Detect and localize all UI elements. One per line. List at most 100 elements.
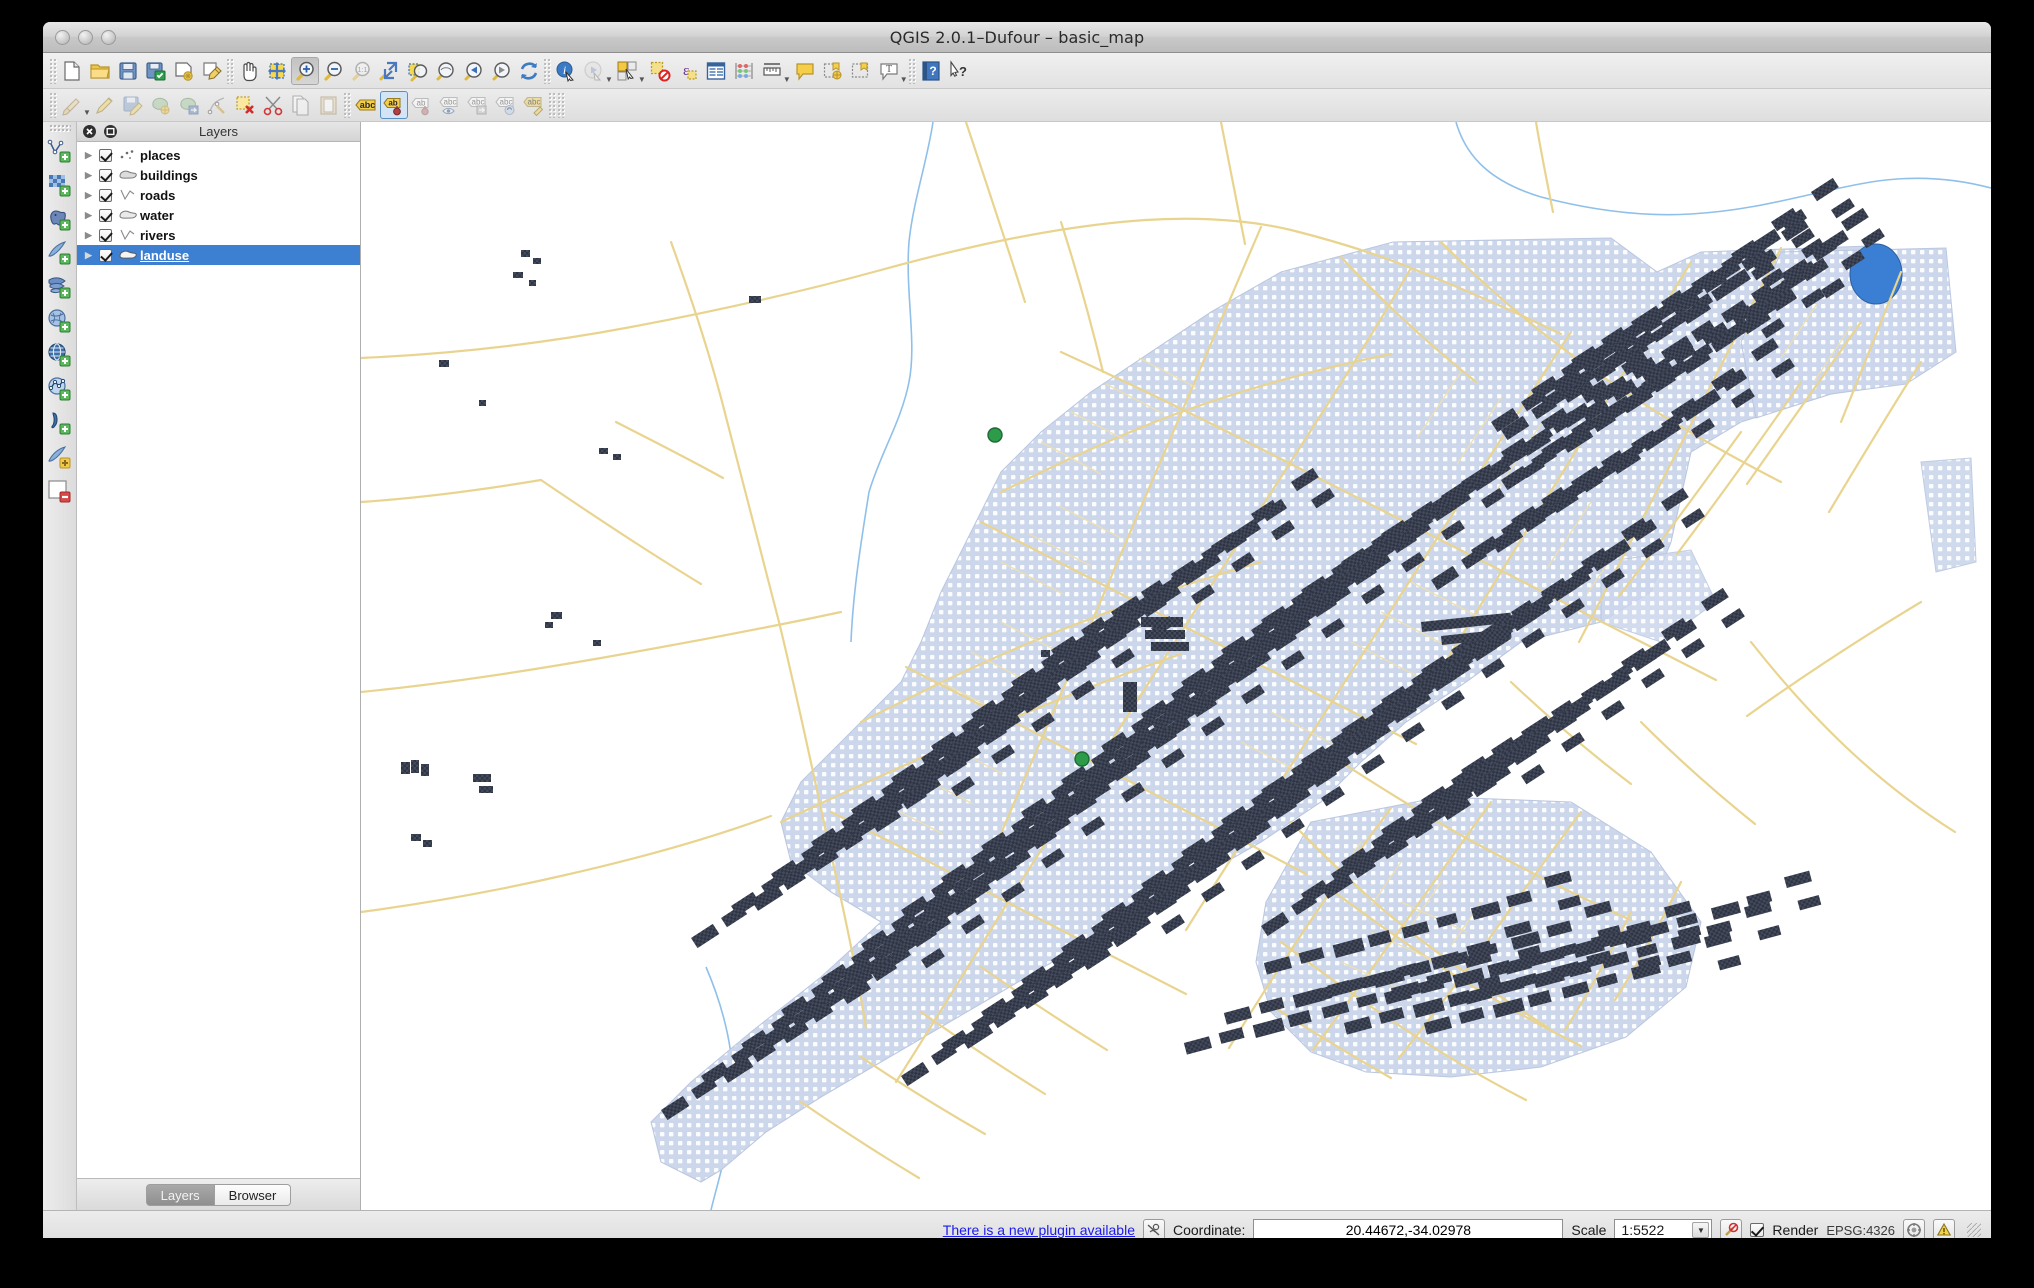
- coordinate-field[interactable]: 20.44672,-34.02978: [1253, 1219, 1563, 1238]
- select-by-expression-button[interactable]: ɛ: [674, 57, 702, 85]
- add-delimited-text-layer-button[interactable]: [45, 406, 75, 440]
- layer-row-buildings[interactable]: ▶ buildings: [77, 165, 360, 185]
- open-project-button[interactable]: [86, 57, 114, 85]
- toolbar-grip[interactable]: [49, 58, 58, 84]
- select-features-button[interactable]: [613, 57, 641, 85]
- current-edits-button[interactable]: [91, 91, 119, 119]
- node-tool-button[interactable]: [203, 91, 231, 119]
- scale-lock-icon[interactable]: [1720, 1219, 1742, 1238]
- deselect-features-button[interactable]: [646, 57, 674, 85]
- zoom-last-button[interactable]: [459, 57, 487, 85]
- highlight-pinned-labels-button[interactable]: abc: [436, 91, 464, 119]
- rotate-label-button[interactable]: abc: [492, 91, 520, 119]
- pan-map-button[interactable]: [235, 57, 263, 85]
- toolbar-grip[interactable]: [543, 58, 552, 84]
- whats-this-button[interactable]: ?: [945, 57, 973, 85]
- new-project-button[interactable]: [58, 57, 86, 85]
- add-spatialite-layer-button[interactable]: [45, 236, 75, 270]
- zoom-to-layer-button[interactable]: [431, 57, 459, 85]
- pan-to-selection-button[interactable]: [263, 57, 291, 85]
- expand-arrow-icon[interactable]: ▶: [85, 190, 99, 201]
- save-layer-edits-button[interactable]: [119, 91, 147, 119]
- toolbar-grip[interactable]: [548, 92, 557, 118]
- map-tips-button[interactable]: [791, 57, 819, 85]
- layer-row-places[interactable]: ▶ places: [77, 145, 360, 165]
- toolbar-grip[interactable]: [908, 58, 917, 84]
- layer-row-roads[interactable]: ▶ roads: [77, 185, 360, 205]
- open-field-calculator-button[interactable]: [730, 57, 758, 85]
- zoom-out-button[interactable]: [319, 57, 347, 85]
- measure-line-button[interactable]: [758, 57, 786, 85]
- render-checkbox[interactable]: [1750, 1223, 1764, 1237]
- map-canvas[interactable]: [361, 122, 1991, 1210]
- help-contents-button[interactable]: ?: [917, 57, 945, 85]
- layer-visibility-checkbox[interactable]: [99, 209, 112, 222]
- layer-labeling-options-button[interactable]: abc: [352, 91, 380, 119]
- warning-icon[interactable]: [1933, 1219, 1955, 1238]
- composer-manager-button[interactable]: [198, 57, 226, 85]
- zoom-native-resolution-button[interactable]: 1:1: [347, 57, 375, 85]
- refresh-button[interactable]: [515, 57, 543, 85]
- open-attribute-table-button[interactable]: [702, 57, 730, 85]
- layer-visibility-checkbox[interactable]: [99, 149, 112, 162]
- map-render[interactable]: [361, 122, 1991, 1210]
- cut-features-button[interactable]: [259, 91, 287, 119]
- tab-layers[interactable]: Layers: [146, 1184, 215, 1206]
- paste-features-button[interactable]: [315, 91, 343, 119]
- text-annotation-button[interactable]: T: [875, 57, 903, 85]
- new-bookmark-button[interactable]: [819, 57, 847, 85]
- layer-tree[interactable]: ▶ places ▶ buildings: [77, 142, 360, 1178]
- expand-arrow-icon[interactable]: ▶: [85, 250, 99, 261]
- layer-visibility-checkbox[interactable]: [99, 249, 112, 262]
- zoom-to-selection-button[interactable]: [403, 57, 431, 85]
- layer-visibility-checkbox[interactable]: [99, 229, 112, 242]
- layer-visibility-checkbox[interactable]: [99, 189, 112, 202]
- save-project-button[interactable]: [114, 57, 142, 85]
- pin-labels-button[interactable]: ab: [380, 91, 408, 119]
- copy-features-button[interactable]: [287, 91, 315, 119]
- layer-row-water[interactable]: ▶ water: [77, 205, 360, 225]
- toolbar-grip[interactable]: [226, 58, 235, 84]
- add-feature-button[interactable]: [147, 91, 175, 119]
- add-postgis-layer-button[interactable]: [45, 202, 75, 236]
- zoom-in-button[interactable]: [291, 57, 319, 85]
- toolbar-grip[interactable]: [49, 124, 71, 132]
- toolbar-grip[interactable]: [49, 92, 58, 118]
- new-print-composer-button[interactable]: [170, 57, 198, 85]
- add-vector-layer-button[interactable]: [45, 134, 75, 168]
- delete-selected-button[interactable]: [231, 91, 259, 119]
- toolbar-grip[interactable]: [557, 92, 566, 118]
- move-feature-button[interactable]: [175, 91, 203, 119]
- identify-features-button[interactable]: i: [552, 57, 580, 85]
- layer-row-landuse[interactable]: ▶ landuse: [77, 245, 360, 265]
- remove-layer-button[interactable]: [45, 474, 75, 508]
- move-label-button[interactable]: abc: [464, 91, 492, 119]
- add-mssql-layer-button[interactable]: [45, 270, 75, 304]
- toggle-editing-button[interactable]: [58, 91, 86, 119]
- run-feature-action-button[interactable]: [580, 57, 608, 85]
- add-wfs-layer-button[interactable]: [45, 372, 75, 406]
- change-label-button[interactable]: abc: [520, 91, 548, 119]
- show-bookmarks-button[interactable]: [847, 57, 875, 85]
- layer-visibility-checkbox[interactable]: [99, 169, 112, 182]
- show-hide-labels-button[interactable]: ab: [408, 91, 436, 119]
- expand-arrow-icon[interactable]: ▶: [85, 150, 99, 161]
- add-wcs-layer-button[interactable]: [45, 304, 75, 338]
- zoom-next-button[interactable]: [487, 57, 515, 85]
- expand-arrow-icon[interactable]: ▶: [85, 230, 99, 241]
- crs-status-icon[interactable]: [1903, 1219, 1925, 1238]
- chevron-down-icon[interactable]: ▼: [1692, 1222, 1709, 1238]
- expand-arrow-icon[interactable]: ▶: [85, 170, 99, 181]
- zoom-full-button[interactable]: [375, 57, 403, 85]
- layer-row-rivers[interactable]: ▶ rivers: [77, 225, 360, 245]
- add-raster-layer-button[interactable]: [45, 168, 75, 202]
- add-wms-layer-button[interactable]: [45, 338, 75, 372]
- save-project-as-button[interactable]: [142, 57, 170, 85]
- expand-arrow-icon[interactable]: ▶: [85, 210, 99, 221]
- new-shapefile-layer-button[interactable]: [45, 440, 75, 474]
- tab-browser[interactable]: Browser: [215, 1184, 292, 1206]
- messages-icon[interactable]: [1143, 1219, 1165, 1238]
- plugin-available-link[interactable]: There is a new plugin available: [943, 1222, 1135, 1238]
- toolbar-grip[interactable]: [343, 92, 352, 118]
- scale-combo[interactable]: 1:5522 ▼: [1614, 1219, 1712, 1238]
